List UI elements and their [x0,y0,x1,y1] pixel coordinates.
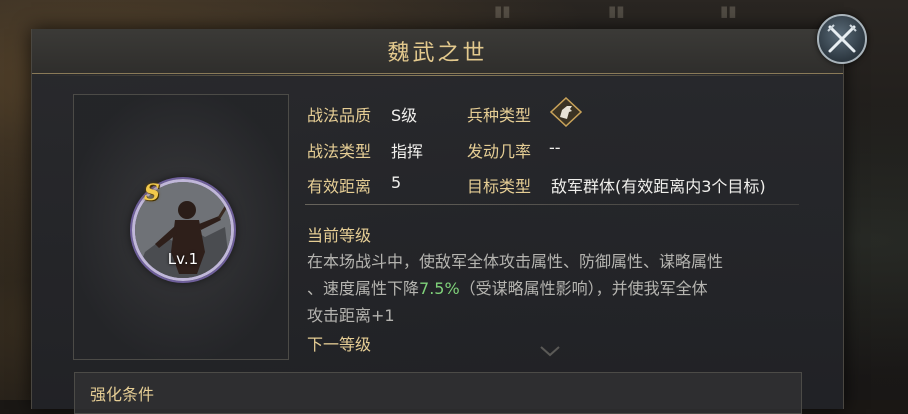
target-label: 目标类型 [467,177,532,196]
range-label: 有效距离 [307,177,372,196]
section-divider [305,204,799,205]
desc-line-2-pre: 、速度属性下降 [307,279,420,298]
quality-label: 战法品质 [307,106,372,125]
crossed-swords-close-icon [827,24,857,53]
type-value: 指挥 [391,142,424,161]
type-label: 战法类型 [307,142,372,161]
trigger-rate-value: -- [549,138,561,157]
desc-line-3: 攻击距离+1 [307,306,395,325]
desc-line-2-post: （受谋略属性影响），并使我军全体 [459,279,708,298]
desc-line-2: 、速度属性下降7.5%（受谋略属性影响），并使我军全体 [307,275,803,302]
trigger-rate-label: 发动几率 [467,142,532,161]
chevron-down-icon[interactable] [539,345,561,357]
quality-value: S级 [391,106,418,125]
panel-title: 魏武之世 [387,41,488,66]
skill-icon-card: S Lv.1 [73,94,289,360]
desc-highlight-value: 7.5% [419,279,460,298]
range-value: 5 [391,173,402,192]
background-tabs: ▮▮ ▮▮ ▮▮ [494,2,737,20]
panel-header: 魏武之世 [32,29,843,76]
troop-type-label: 兵种类型 [467,106,532,125]
close-button[interactable] [817,14,867,64]
desc-line-1: 在本场战斗中，使敌军全体攻击属性、防御属性、谋略属性 [307,252,724,271]
current-level-title: 当前等级 [307,226,372,245]
enhance-conditions-title: 强化条件 [90,385,155,404]
current-level-description: 在本场战斗中，使敌军全体攻击属性、防御属性、谋略属性 、速度属性下降7.5%（受… [307,248,803,329]
skill-level: Lv.1 [167,250,199,268]
enhance-conditions-box: 强化条件 [74,372,802,414]
next-level-title: 下一等级 [307,335,372,354]
target-value: 敌军群体(有效距离内3个目标) [551,177,766,196]
skill-grade-badge: S [144,180,160,206]
cavalry-horse-icon [550,97,582,127]
